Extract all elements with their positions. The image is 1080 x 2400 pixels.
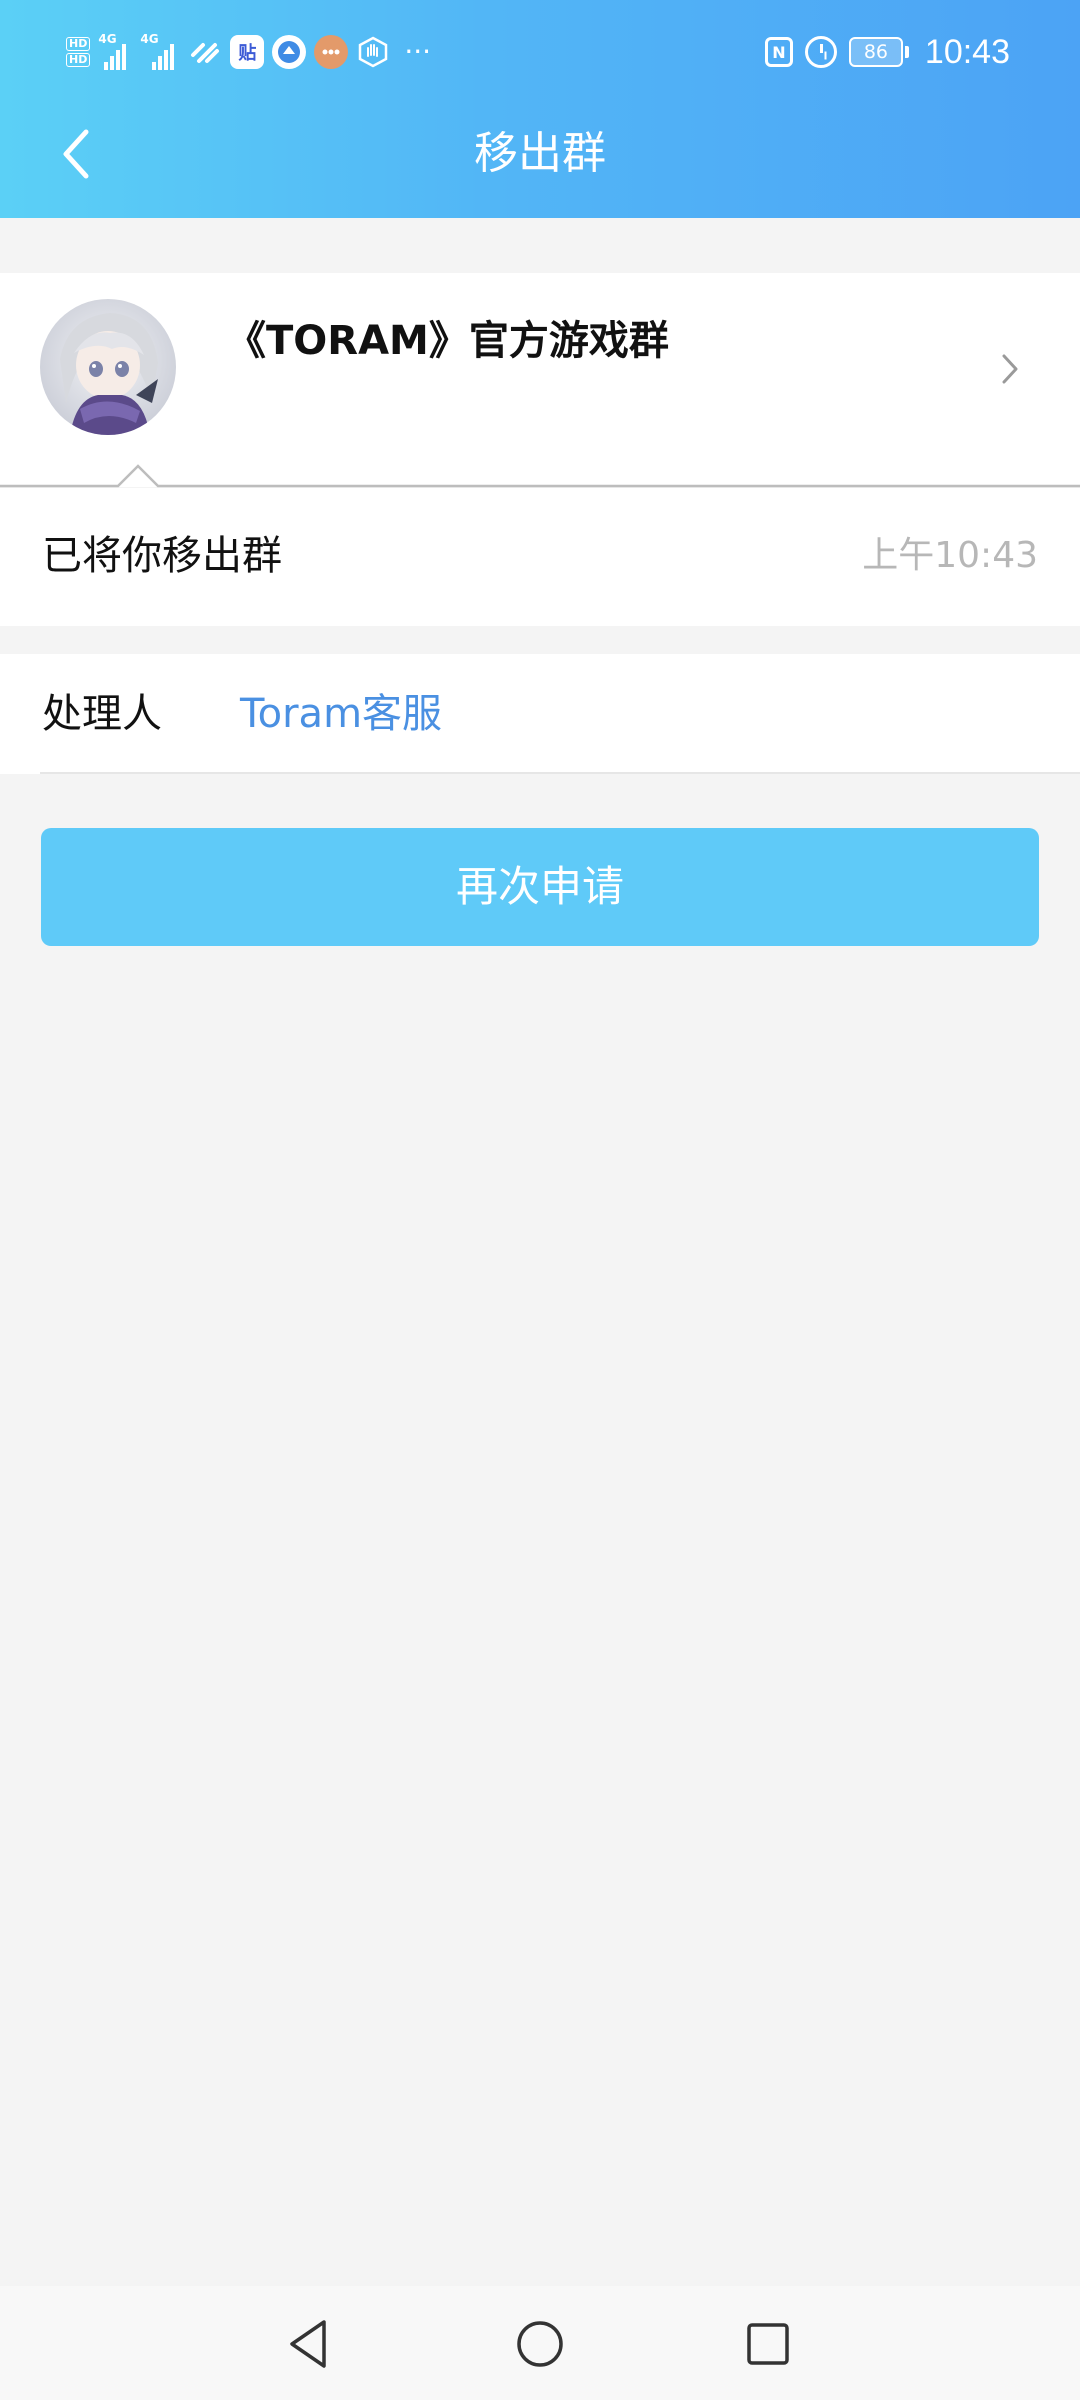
clock: 10:43	[924, 32, 1010, 71]
signal-2-icon: 4G	[140, 32, 180, 70]
chevron-right-icon	[990, 349, 1030, 389]
battery-icon: 86	[848, 37, 909, 67]
network-label-1: 4G	[98, 32, 117, 46]
battery-level: 86	[863, 41, 888, 63]
group-card[interactable]: 《TORAM》官方游戏群	[0, 273, 1080, 487]
more-notifications-icon: ···	[404, 35, 432, 68]
reapply-button[interactable]: 再次申请	[41, 828, 1039, 946]
system-navigation-bar	[0, 2286, 1080, 2400]
anime-avatar-image	[40, 299, 176, 435]
hand-icon	[356, 35, 390, 69]
nav-recents-icon[interactable]	[738, 2314, 798, 2374]
chat-dots-icon	[322, 49, 340, 55]
hd-label-2: HD	[66, 53, 91, 67]
nav-home-icon[interactable]	[510, 2314, 570, 2374]
navigation-bar: 移出群	[0, 104, 1080, 218]
browser-glyph-icon	[278, 41, 301, 63]
group-avatar	[40, 299, 176, 435]
network-label-2: 4G	[140, 32, 159, 46]
alarm-icon	[804, 36, 837, 68]
page-title: 移出群	[474, 128, 606, 179]
header: HD HD 4G 4G 贴 ··· N 86 10:43 移出群	[0, 0, 1080, 218]
status-bar: HD HD 4G 4G 贴 ··· N 86 10:43	[0, 0, 1080, 104]
nfc-icon: N	[764, 37, 793, 67]
status-left: HD HD 4G 4G 贴 ···	[66, 30, 431, 74]
handler-label: 处理人	[42, 691, 162, 737]
card-pointer-divider	[0, 464, 1080, 488]
removal-message: 已将你移出群	[42, 533, 282, 579]
message-row: 已将你移出群 上午10:43	[0, 488, 1080, 626]
handler-divider	[40, 772, 1080, 774]
hand-glyph-icon	[359, 36, 388, 68]
handler-row: 处理人 Toram客服	[0, 654, 1080, 774]
hd-label-1: HD	[66, 37, 91, 51]
chat-bubble-icon	[314, 35, 349, 69]
nfc-label: N	[772, 42, 786, 62]
handler-name-link[interactable]: Toram客服	[240, 686, 442, 742]
status-right: N 86 10:43	[764, 26, 1010, 78]
wifi-link-icon	[191, 43, 220, 63]
nav-back-icon[interactable]	[278, 2314, 338, 2374]
signal-1-icon: 4G	[98, 32, 132, 70]
tieba-icon-text: 贴	[238, 43, 257, 64]
group-name: 《TORAM》官方游戏群	[226, 318, 669, 364]
browser-icon	[272, 35, 307, 69]
message-timestamp: 上午10:43	[862, 535, 1038, 576]
hd-indicator: HD HD	[66, 37, 91, 67]
tieba-icon: 贴	[230, 35, 265, 69]
